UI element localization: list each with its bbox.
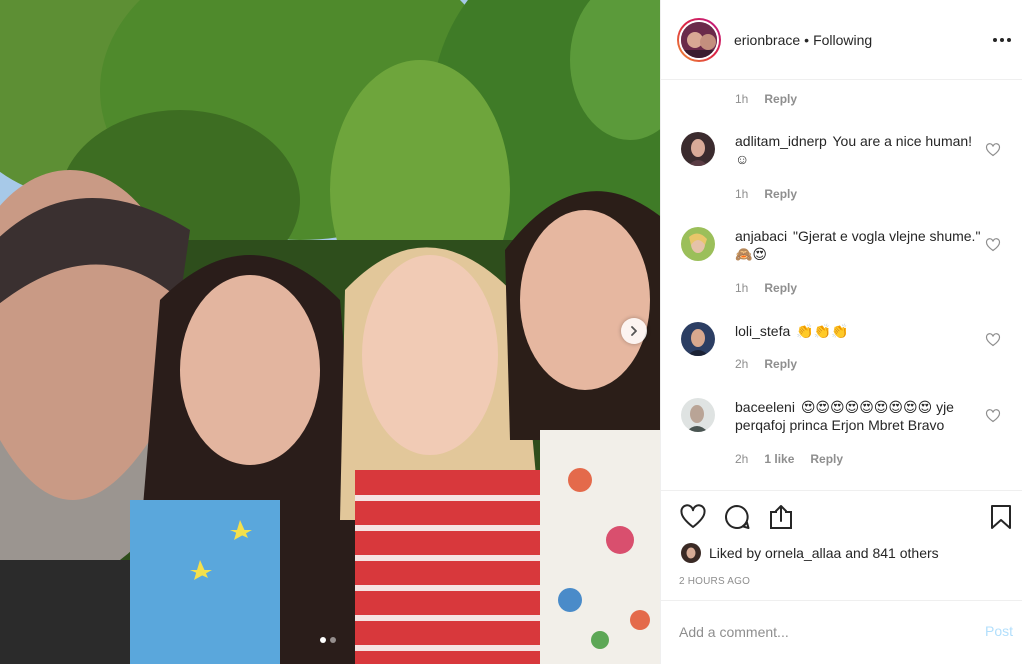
comment-time: 2h <box>735 357 749 371</box>
avatar[interactable] <box>681 322 715 356</box>
author-avatar[interactable] <box>677 17 721 62</box>
author-avatar-image <box>679 19 719 60</box>
comment-body: adlitam_idnerp You are a nice human! ☺ <box>735 132 985 168</box>
comment-time: 1h <box>735 187 749 201</box>
carousel-next-button[interactable] <box>621 318 647 344</box>
liked-by-prefix: Liked by <box>709 545 762 561</box>
reply-button[interactable]: Reply <box>810 452 843 466</box>
carousel-indicator <box>320 637 336 643</box>
liked-by-others[interactable]: and 841 others <box>845 545 938 561</box>
comment-username[interactable]: baceeleni <box>735 399 795 415</box>
comment-meta: 1h Reply <box>735 281 797 295</box>
comment-likes-count[interactable]: 1 like <box>764 452 794 466</box>
comment-body: anjabaci "Gjerat e vogla vlejne shume." … <box>735 227 985 263</box>
post-button[interactable]: Post <box>985 623 1013 639</box>
header-separator: • <box>804 31 810 48</box>
carousel-dot <box>330 637 336 643</box>
comment-heart-icon[interactable] <box>985 332 1001 348</box>
bookmark-icon[interactable] <box>987 503 1015 531</box>
chevron-right-icon <box>631 326 637 336</box>
post-side-panel: erionbrace • Following 1h Reply adlitam_… <box>660 0 1022 664</box>
add-comment-bar: Post <box>661 600 1022 664</box>
post-timestamp[interactable]: 2 HOURS AGO <box>679 576 750 587</box>
following-button[interactable]: Following <box>813 32 872 48</box>
comment-text: 👏👏👏 <box>796 323 849 339</box>
reply-button[interactable]: Reply <box>764 187 797 201</box>
comment-username[interactable]: anjabaci <box>735 228 787 244</box>
family-selfie-image <box>0 0 660 664</box>
avatar[interactable] <box>681 227 715 261</box>
comment-meta: 2h Reply <box>735 357 797 371</box>
comment-time: 1h <box>735 281 749 295</box>
likes-summary: Liked by ornela_allaa and 841 others <box>681 543 939 563</box>
comment-meta: 1h Reply <box>735 187 797 201</box>
post-header: erionbrace • Following <box>661 0 1022 80</box>
post-photo[interactable] <box>0 0 660 664</box>
comments-list[interactable]: 1h Reply adlitam_idnerp You are a nice h… <box>661 80 1022 490</box>
reply-button[interactable]: Reply <box>764 357 797 371</box>
comment-body: loli_stefa 👏👏👏 <box>735 322 985 340</box>
comment-bubble-icon[interactable] <box>723 503 751 531</box>
comment-input[interactable] <box>679 619 969 645</box>
share-icon[interactable] <box>767 503 795 531</box>
more-options-icon[interactable] <box>991 30 1013 50</box>
comment-username[interactable]: loli_stefa <box>735 323 790 339</box>
comment-meta: 2h 1 like Reply <box>735 452 843 466</box>
comment-username[interactable]: adlitam_idnerp <box>735 133 827 149</box>
heart-icon[interactable] <box>679 503 707 531</box>
comment-meta: 1h Reply <box>735 92 797 106</box>
reply-button[interactable]: Reply <box>764 92 797 106</box>
comment-heart-icon[interactable] <box>985 408 1001 424</box>
comment-heart-icon[interactable] <box>985 237 1001 253</box>
author-username[interactable]: erionbrace <box>734 32 800 48</box>
comment-time: 1h <box>735 92 749 106</box>
comment-body: baceeleni 😍😍😍😍😍😍😍😍😍 yje perqafoj princa … <box>735 398 985 434</box>
avatar[interactable] <box>681 132 715 166</box>
comment-heart-icon[interactable] <box>985 142 1001 158</box>
liked-by-user[interactable]: ornela_allaa <box>765 545 841 561</box>
comment-time: 2h <box>735 452 749 466</box>
liker-avatar[interactable] <box>681 543 701 563</box>
reply-button[interactable]: Reply <box>764 281 797 295</box>
avatar[interactable] <box>681 398 715 432</box>
carousel-dot-active <box>320 637 326 643</box>
post-actions: Liked by ornela_allaa and 841 others 2 H… <box>661 490 1022 600</box>
header-text: erionbrace • Following <box>734 32 872 48</box>
